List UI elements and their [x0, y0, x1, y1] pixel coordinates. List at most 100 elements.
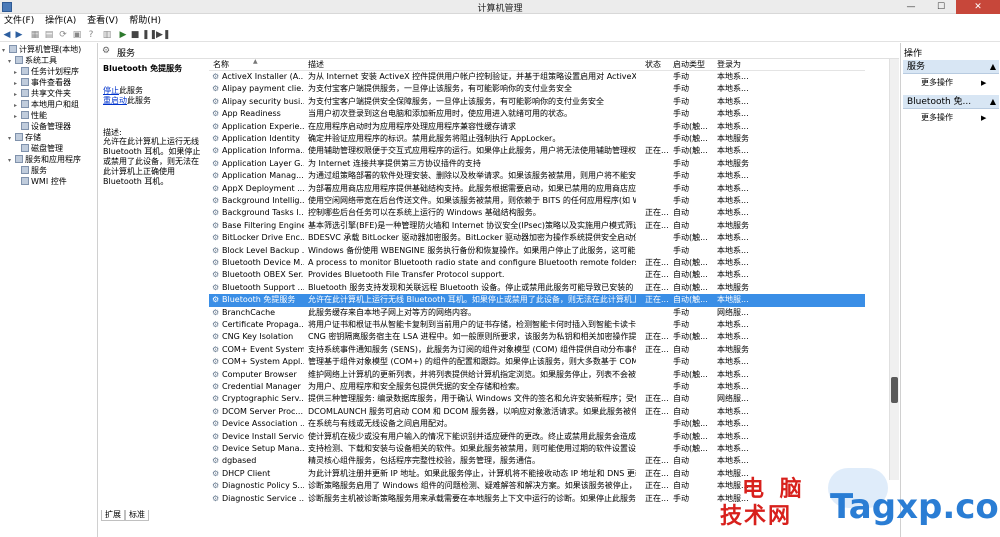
table-row[interactable]: ⚙ DCOM Server Proc... DCOMLAUNCH 服务可启动 COM… — [209, 406, 865, 418]
tab-standard[interactable]: 标准 — [125, 510, 149, 521]
table-row[interactable]: ⚙ Background Tasks I... 控制哪些后台任务可以在系统上运行的 … — [209, 207, 865, 219]
table-row[interactable]: ⚙ BitLocker Drive Enc... BDESVC 承载 BitLock… — [209, 232, 865, 244]
service-logon-as: 本地服务 — [717, 158, 749, 168]
service-startup-type: 手动(触... — [673, 146, 708, 156]
table-row[interactable]: ⚙ AppX Deployment ... 为部署应用商店应用程序提供基础结构支持。… — [209, 183, 865, 195]
service-name: Device Setup Mana... — [222, 444, 304, 453]
table-row[interactable]: ⚙ Device Setup Mana... 支持检测、下载和安装与设备相关的软件。… — [209, 443, 865, 455]
tree-node-wmi-control[interactable]: WMI 控件 — [14, 177, 67, 187]
table-row[interactable]: ⚙ Device Association ... 在系统与有线或无线设备之间启用配对… — [209, 418, 865, 430]
service-startup-type: 手动(触... — [673, 419, 708, 429]
service-gear-icon: ⚙ — [212, 407, 220, 416]
help-icon[interactable]: ? — [86, 30, 96, 40]
table-row[interactable]: ⚙ Application Identity 确定并验证应用程序的标识。禁用此服务将… — [209, 133, 865, 145]
tree-node-storage[interactable]: ▾ 存储 — [8, 133, 41, 143]
service-startup-type: 自动(触... — [673, 258, 708, 267]
back-icon[interactable]: ◀ — [2, 30, 12, 40]
table-row[interactable]: ⚙ Alipay payment clie... 为支付宝客户端提供服务，一旦停止该… — [209, 83, 865, 95]
service-name: Bluetooth 免提服务 — [222, 295, 296, 305]
minimize-button[interactable]: — — [896, 0, 926, 14]
table-row[interactable]: ⚙ Cryptographic Serv... 提供三种管理服务: 编录数据库服务，… — [209, 393, 865, 405]
tree-node-device-manager[interactable]: 设备管理器 — [14, 122, 71, 132]
table-row[interactable]: ⚙ Application Manag... 为通过组策略部署的软件处理安装、删除以… — [209, 170, 865, 182]
title-bar: 计算机管理 — ☐ ✕ — [0, 0, 1000, 14]
table-row[interactable]: ⚙ Bluetooth OBEX Ser... Provides Bluetooth… — [209, 269, 865, 281]
show-hide-tree-icon[interactable]: ▤ — [44, 30, 54, 40]
table-row[interactable]: ⚙ CNG Key Isolation CNG 密钥隔离服务宿主在 LSA 进程中。… — [209, 331, 865, 343]
service-description: 诊断服务主机被诊断策略服务用来承载需要在本地服务上下文中运行的诊断。如果停止此服… — [308, 493, 636, 503]
column-header-logon-as[interactable]: 登录为 — [717, 60, 741, 70]
table-row[interactable]: ⚙ App Readiness 当用户初次登录到这台电脑和添加新应用时，使应用进入就… — [209, 108, 865, 120]
column-header-name[interactable]: 名称 — [213, 60, 229, 70]
tree-node-performance[interactable]: ▸ 性能 — [14, 111, 47, 121]
menu-action[interactable]: 操作(A) — [41, 14, 80, 28]
tree-node-disk-management[interactable]: 磁盘管理 — [14, 144, 63, 154]
table-row[interactable]: ⚙ COM+ Event System 支持系统事件通知服务 (SENS)，此服务为… — [209, 344, 865, 356]
service-gear-icon: ⚙ — [212, 445, 220, 453]
table-row[interactable]: ⚙ Base Filtering Engine 基本筛选引擎(BFE)是一种管理防火… — [209, 220, 865, 232]
service-logon-as: 本地系... — [717, 183, 749, 193]
table-row[interactable]: ⚙ Computer Browser 维护网络上计算机的更新列表，并将列表提供给计算… — [209, 369, 865, 381]
service-description: 此服务缓存来自本地子网上对等方的网络内容。 — [308, 307, 476, 317]
tree-node-event-viewer[interactable]: ▸ 事件查看器 — [14, 78, 71, 88]
table-row[interactable]: ⚙ Application Experie... 在应用程序启动时为应用程序处理应用… — [209, 121, 865, 133]
column-header-status[interactable]: 状态 — [645, 60, 661, 70]
more-actions-services[interactable]: 更多操作 ▶ — [921, 78, 986, 88]
close-button[interactable]: ✕ — [956, 0, 1000, 14]
service-startup-type: 自动 — [673, 220, 689, 230]
table-row[interactable]: ⚙ Device Install Service 使计算机在极少或没有用户输入的情况… — [209, 431, 865, 443]
service-gear-icon: ⚙ — [212, 110, 220, 119]
up-icon[interactable]: ▦ — [30, 30, 40, 40]
export-icon[interactable]: ▣ — [72, 30, 82, 40]
collapse-icon: ▲ — [989, 62, 996, 71]
service-startup-type: 手动(触... — [673, 444, 708, 453]
tree-node-computer-management[interactable]: ▾ 计算机管理(本地) — [2, 45, 81, 55]
service-gear-icon: ⚙ — [212, 482, 220, 491]
properties-icon[interactable]: ▥ — [102, 30, 112, 40]
refresh-icon[interactable]: ⟳ — [58, 30, 68, 40]
vertical-scrollbar[interactable] — [889, 59, 899, 480]
menu-help[interactable]: 帮助(H) — [125, 14, 165, 28]
table-row[interactable]: ⚙ Background Intellig... 使用空闲网络带宽在后台传送文件。如… — [209, 195, 865, 207]
column-header-startup-type[interactable]: 启动类型 — [673, 60, 705, 70]
actions-section-services[interactable]: 服务 ▲ — [903, 60, 999, 74]
table-row[interactable]: ⚙ BranchCache 此服务缓存来自本地子网上对等方的网络内容。 手动 网络服..… — [209, 307, 865, 319]
table-row[interactable]: ⚙ Application Layer G... 为 Internet 连接共享提供… — [209, 158, 865, 170]
table-row[interactable]: ⚙ ActiveX Installer (A... 为从 Internet 安装 A… — [209, 71, 865, 83]
menu-view[interactable]: 查看(V) — [83, 14, 122, 28]
tree-node-services-applications[interactable]: ▾ 服务和应用程序 — [8, 155, 81, 165]
table-row[interactable]: ⚙ Bluetooth Support ... Bluetooth 服务支持发现和关… — [209, 282, 865, 294]
service-gear-icon: ⚙ — [212, 221, 220, 230]
table-row[interactable]: ⚙ Application Informa... 使用辅助管理权限便于交互式应用程序… — [209, 145, 865, 157]
tree-node-shared-folders[interactable]: ▸ 共享文件夹 — [14, 89, 71, 99]
forward-icon[interactable]: ▶ — [14, 30, 24, 40]
tab-extended[interactable]: 扩展 — [101, 510, 125, 521]
tree-node-local-users-groups[interactable]: ▸ 本地用户和组 — [14, 100, 79, 110]
table-row[interactable]: ⚙ Block Level Backup ... Windows 备份使用 WBEN… — [209, 245, 865, 257]
table-row[interactable]: ⚙ COM+ System Appl... 管理基于组件对象模型 (COM+) 的组… — [209, 356, 865, 368]
stop-service-icon[interactable]: ■ — [130, 30, 140, 40]
services-apps-icon — [15, 155, 23, 163]
table-row[interactable]: ⚙ Bluetooth 免提服务 允许在此计算机上运行无线 Bluetooth 耳机… — [209, 294, 865, 307]
menu-file[interactable]: 文件(F) — [0, 14, 38, 28]
more-actions-bluetooth[interactable]: 更多操作 ▶ — [921, 113, 986, 123]
tree-node-system-tools[interactable]: ▾ 系统工具 — [8, 56, 57, 66]
scrollbar-thumb[interactable] — [891, 377, 898, 403]
table-row[interactable]: ⚙ Certificate Propaga... 将用户证书和根证书从智能卡复制到当… — [209, 319, 865, 331]
pause-service-icon[interactable]: ❚❚ — [142, 30, 157, 40]
tree-node-task-scheduler[interactable]: ▸ 任务计划程序 — [14, 67, 79, 77]
maximize-button[interactable]: ☐ — [926, 0, 956, 14]
table-row[interactable]: ⚙ dgbased 精灵核心组件服务，包括程序完整性校验，服务管理，服务通信。 正在.… — [209, 455, 865, 467]
table-row[interactable]: ⚙ Alipay security busi... 为支付宝客户端提供安全保障服务，… — [209, 96, 865, 108]
stop-service-link[interactable]: 停止 — [103, 86, 119, 95]
gear-icon — [21, 166, 29, 174]
tree-node-services[interactable]: 服务 — [14, 166, 47, 176]
restart-service-icon[interactable]: ▶❚ — [156, 30, 170, 40]
service-name: Application Identity — [222, 134, 300, 143]
table-row[interactable]: ⚙ Credential Manager 为用户、应用程序和安全服务包提供凭据的安全… — [209, 381, 865, 393]
actions-section-bluetooth[interactable]: Bluetooth 免... ▲ — [903, 95, 999, 109]
column-header-description[interactable]: 描述 — [308, 60, 324, 70]
start-service-icon[interactable]: ▶ — [118, 30, 128, 40]
restart-service-link[interactable]: 重启动 — [103, 96, 127, 105]
table-row[interactable]: ⚙ Bluetooth Device M... A process to monit… — [209, 257, 865, 269]
